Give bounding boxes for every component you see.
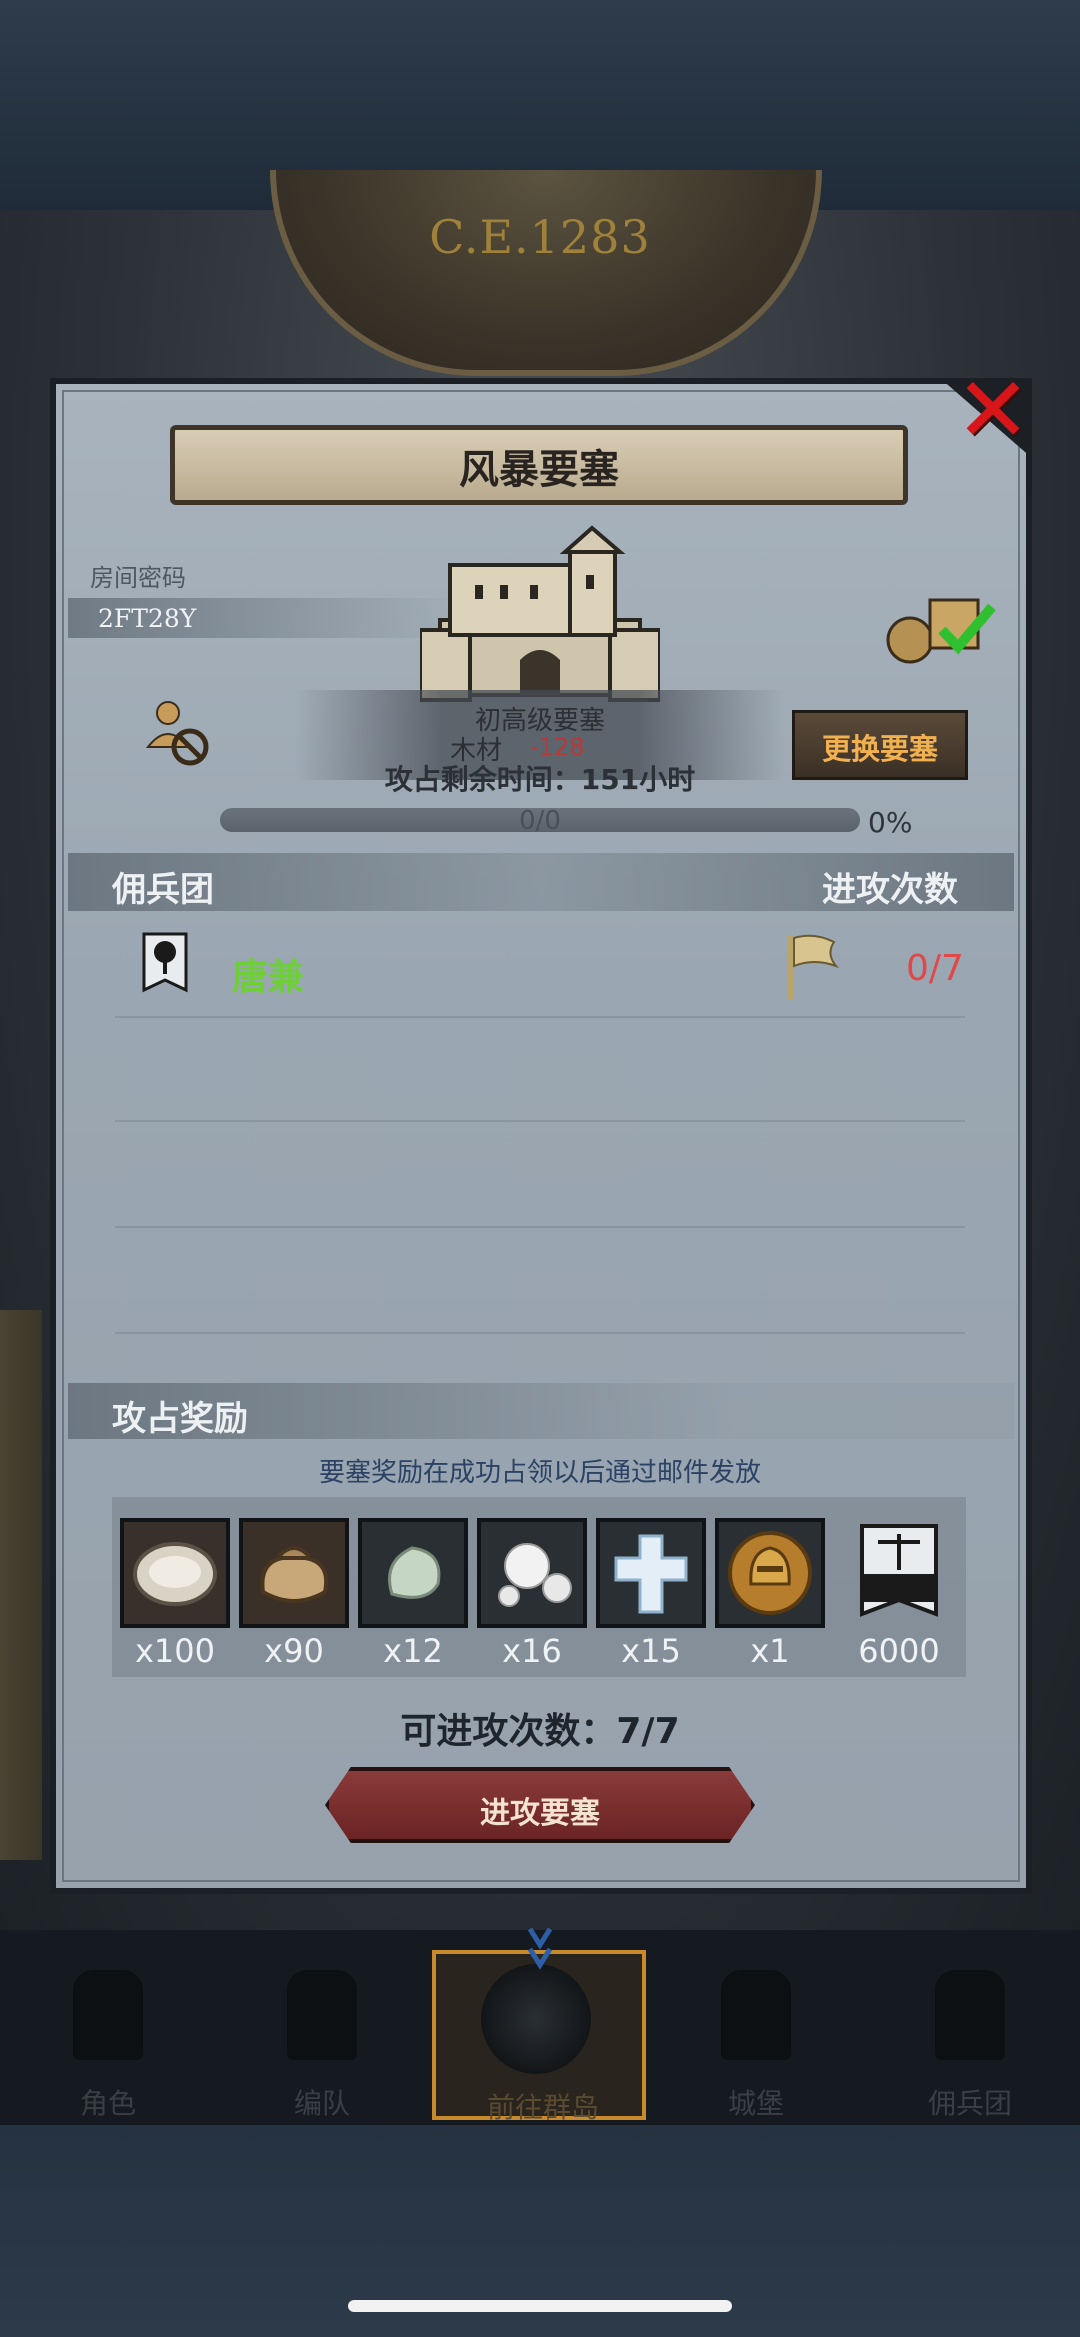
reward-slot[interactable] [358,1518,468,1628]
globe-icon [481,1964,591,2074]
rewards-note: 要塞奖励在成功占领以后通过邮件发放 [318,1458,761,1488]
nav-label: 编队 [293,2087,350,2120]
era-label: C.E.1283 [429,210,651,264]
rewards-title: 攻占奖励 [112,1399,248,1439]
nav-label: 佣兵团 [927,2087,1012,2120]
progress-percent: 0% [868,806,913,839]
reward-slot[interactable] [715,1518,825,1628]
crystal-cross-icon [614,1534,688,1614]
attacks-available: 可进攻次数：7/7 [400,1711,680,1752]
nav-label: 前往群岛 [486,2091,599,2124]
nav-label: 角色 [79,2087,136,2120]
castle-icon [721,1970,791,2060]
mercenary-name[interactable]: 唐兼 [232,948,304,1000]
row-divider [115,1016,965,1018]
attack-count: 0/7 [906,948,964,989]
side-scenery [0,1310,42,1860]
reward-qty: x15 [621,1632,681,1670]
dialog-title: 风暴要塞 [459,447,619,493]
reward-slot[interactable] [477,1518,587,1628]
row-divider [115,1120,965,1122]
reward-qty: 6000 [858,1632,940,1670]
flag-icon [788,934,840,1000]
nav-item-castle[interactable]: 城堡 [656,1950,856,2120]
helmet-coin-icon [728,1531,812,1615]
resources-confirmed-icon [886,598,996,664]
nav-item-islands[interactable]: 前往群岛 [432,1950,646,2124]
reward-qty: x100 [134,1632,215,1670]
reward-qty: x12 [383,1632,443,1670]
pearls-icon [498,1543,572,1607]
reward-slot[interactable] [239,1518,349,1628]
resource-value: -128 [530,733,585,761]
progress-text: 0/0 [519,806,561,836]
nav-label: 城堡 [727,2087,784,2120]
row-divider [115,1226,965,1228]
nav-item-mercenary[interactable]: 佣兵团 [870,1950,1070,2120]
reward-slot[interactable] [596,1518,706,1628]
oyster-icon [133,1542,217,1606]
reward-qty: x90 [264,1632,324,1670]
room-code[interactable]: 2FT28Y [98,604,196,633]
reward-slot[interactable] [844,1518,954,1628]
room-password-label: 房间密码 [90,564,186,592]
reward-slot[interactable] [120,1518,230,1628]
fortress-icon [420,525,660,702]
nav-item-role[interactable]: 角色 [8,1950,208,2120]
helmet-icon [287,1970,357,2060]
attack-fortress-label[interactable]: 进攻要塞 [325,1788,755,1832]
tree-emblem-icon [142,932,188,993]
column-attacks: 进攻次数 [822,870,958,910]
reward-qty: x1 [750,1632,790,1670]
nav-item-formation[interactable]: 编队 [222,1950,422,2120]
close-icon[interactable]: ✕ [950,366,1036,456]
chevron-down-icon [528,1927,552,1970]
mercenary-icon [935,1970,1005,2060]
switch-fortress-label[interactable]: 更换要塞 [792,726,968,768]
column-mercenary: 佣兵团 [112,870,214,910]
row-divider [115,1332,965,1334]
knight-icon [73,1970,143,2060]
gem-stone-icon [388,1546,441,1599]
guild-banner-icon [860,1524,938,1617]
sack-icon [260,1546,328,1603]
reward-qty: x16 [502,1632,562,1670]
home-indicator[interactable] [348,2300,732,2312]
